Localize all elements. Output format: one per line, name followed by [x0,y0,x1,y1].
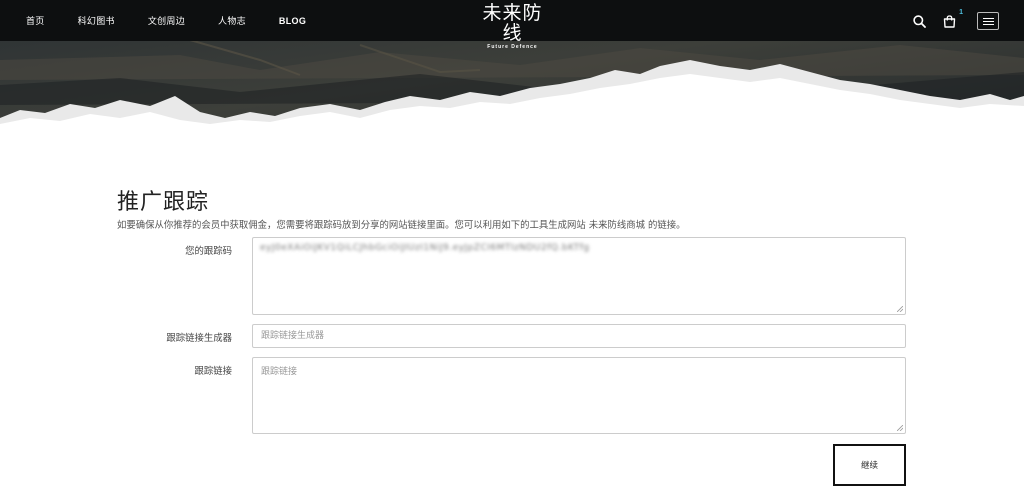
nav-actions: 1 [911,9,999,32]
site-logo[interactable]: 未来防线 Future Defence [475,3,550,50]
main-nav: 首页 科幻图书 文创周边 人物志 BLOG [26,14,306,28]
cart-button[interactable]: 1 [941,9,963,29]
page-description: 如要确保从你推荐的会员中获取佣金，您需要将跟踪码放到分享的网站链接里面。您可以利… [117,220,686,231]
search-button[interactable] [911,13,927,29]
tracking-link-label: 跟踪链接 [194,366,232,377]
nav-link-home[interactable]: 首页 [26,14,45,27]
resize-grip-icon[interactable] [897,425,903,431]
cart-count-badge: 1 [959,9,963,16]
link-generator-label: 跟踪链接生成器 [166,333,232,344]
search-icon [912,14,926,28]
logo-subtitle: Future Defence [487,44,538,50]
tracking-code-value: eyJ0eXAiOiJKV1QiLCJhbGciOiJIUzI1NiJ9.eyJ… [260,243,590,253]
shopping-bag-icon [943,14,955,28]
tracking-code-label: 您的跟踪码 [185,246,232,257]
nav-link-merchandise[interactable]: 文创周边 [148,14,185,27]
nav-link-blog[interactable]: BLOG [279,16,306,26]
continue-button[interactable]: 继续 [833,444,906,486]
hamburger-menu-icon-line [982,20,994,22]
logo-wordmark: 未来防线 [482,2,543,44]
nav-link-people[interactable]: 人物志 [218,14,246,27]
resize-grip-icon[interactable] [897,306,903,312]
link-generator-input[interactable] [252,324,906,348]
hamburger-menu-icon-line [982,17,994,19]
nav-link-scifi-books[interactable]: 科幻图书 [78,14,115,27]
tracking-link-textarea[interactable] [252,357,906,434]
hamburger-menu-button[interactable] [977,12,999,30]
top-navbar: 首页 科幻图书 文创周边 人物志 BLOG 未来防线 Future Defenc… [0,0,1024,50]
hamburger-menu-icon-line [982,23,994,25]
page-title: 推广跟踪 [117,190,210,215]
